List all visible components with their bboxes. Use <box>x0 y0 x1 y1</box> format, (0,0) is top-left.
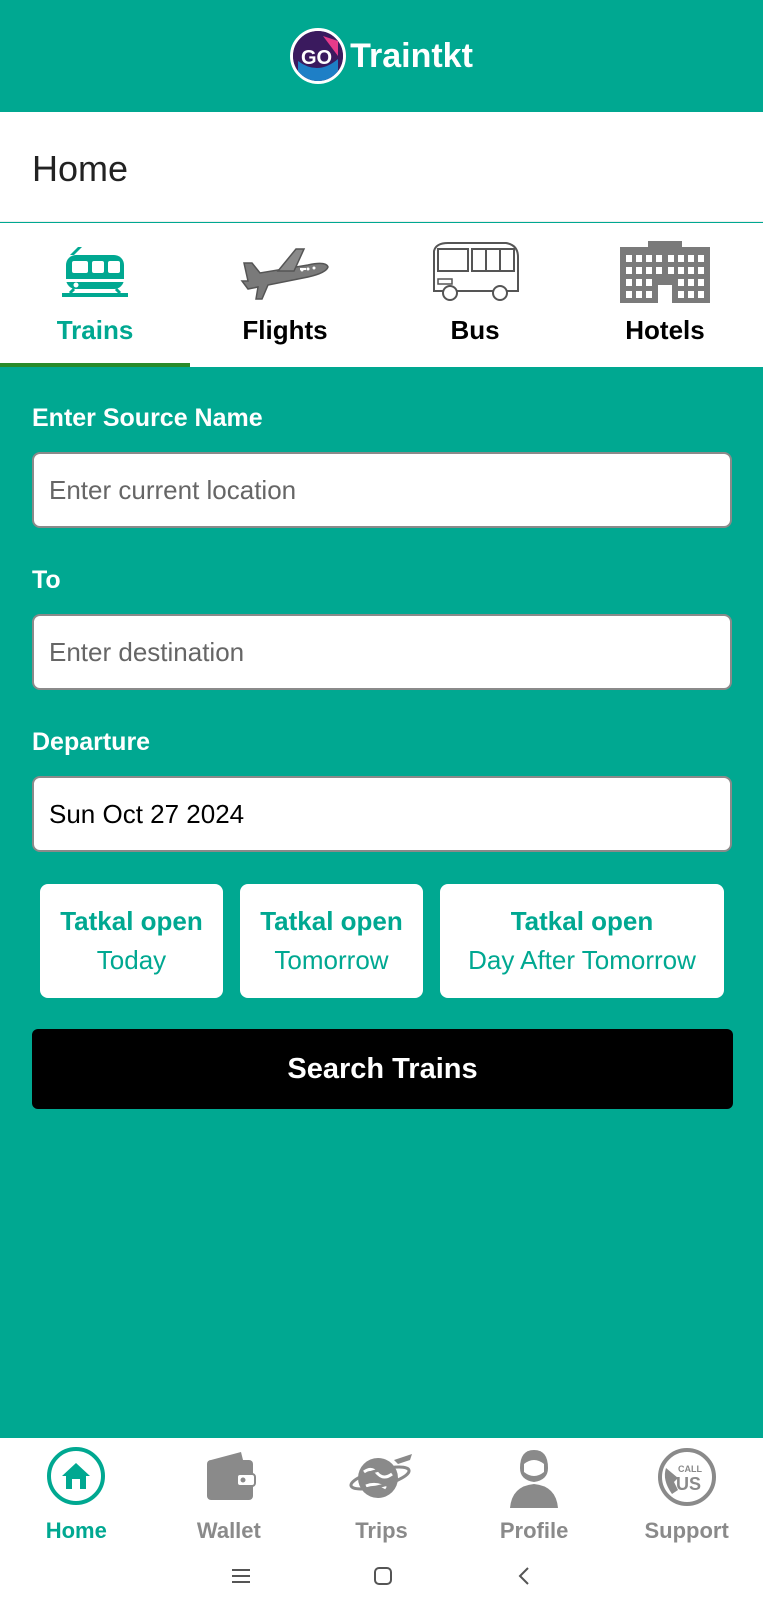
svg-text:CALL: CALL <box>678 1464 702 1474</box>
bottom-nav: Home Wallet Trips Profile CALL US Suppor… <box>0 1438 763 1556</box>
hotel-icon <box>618 241 712 308</box>
tatkal-tomorrow-button[interactable]: Tatkal open Tomorrow <box>240 884 423 998</box>
destination-field[interactable] <box>32 614 732 690</box>
destination-label: To <box>32 566 61 594</box>
nav-profile[interactable]: Profile <box>458 1438 611 1556</box>
tab-hotels[interactable]: Hotels <box>570 223 760 367</box>
tatkal-title: Tatkal open <box>260 906 403 936</box>
tab-trains-label: Trains <box>56 315 134 345</box>
page-title: Home <box>32 148 129 189</box>
nav-support[interactable]: CALL US Support <box>610 1438 763 1556</box>
source-input[interactable] <box>49 454 730 526</box>
nav-wallet[interactable]: Wallet <box>153 1438 306 1556</box>
train-icon <box>60 241 130 306</box>
tab-hotels-label: Hotels <box>625 315 705 345</box>
source-label: Enter Source Name <box>32 404 263 432</box>
brand-name: Traintkt <box>350 36 473 75</box>
page-header: Home <box>0 112 763 222</box>
svg-text:US: US <box>676 1474 701 1494</box>
tab-bus-label: Bus <box>450 315 500 345</box>
tatkal-when: Tomorrow <box>274 945 389 975</box>
departure-label: Departure <box>32 728 151 756</box>
support-icon: CALL US <box>656 1446 718 1513</box>
tab-bus[interactable]: Bus <box>380 223 570 367</box>
back-chevron-icon[interactable] <box>515 1565 533 1592</box>
airplane-icon <box>238 241 332 308</box>
brand: GO Traintkt <box>290 28 473 84</box>
source-field[interactable] <box>32 452 732 528</box>
home-square-icon[interactable] <box>372 1565 394 1592</box>
nav-home-label: Home <box>45 1518 107 1543</box>
search-trains-button[interactable]: Search Trains <box>32 1029 733 1109</box>
tab-flights[interactable]: Flights <box>190 223 380 367</box>
destination-input[interactable] <box>49 616 730 688</box>
tatkal-title: Tatkal open <box>510 906 654 936</box>
tab-trains[interactable]: Trains <box>0 223 190 367</box>
nav-trips-label: Trips <box>355 1518 408 1543</box>
trips-icon <box>348 1446 414 1511</box>
go-logo-icon: GO <box>290 28 347 84</box>
recent-apps-icon[interactable] <box>230 1567 252 1590</box>
nav-profile-label: Profile <box>499 1518 569 1543</box>
tatkal-when: Day After Tomorrow <box>468 945 696 975</box>
tatkal-day-after-tomorrow-button[interactable]: Tatkal open Day After Tomorrow <box>440 884 724 998</box>
tatkal-title: Tatkal open <box>60 906 203 936</box>
system-nav-bar <box>0 1556 763 1600</box>
tatkal-today-button[interactable]: Tatkal open Today <box>40 884 223 998</box>
home-icon <box>46 1446 106 1511</box>
nav-trips[interactable]: Trips <box>305 1438 458 1556</box>
nav-wallet-label: Wallet <box>196 1518 261 1543</box>
app-bar: GO Traintkt <box>0 0 763 112</box>
profile-icon <box>504 1446 564 1513</box>
svg-text:GO: GO <box>301 47 332 69</box>
departure-date-field[interactable]: Sun Oct 27 2024 <box>32 776 732 852</box>
wallet-icon <box>199 1446 259 1511</box>
bus-icon <box>428 241 522 308</box>
tab-flights-label: Flights <box>242 315 328 345</box>
tatkal-when: Today <box>96 945 167 975</box>
nav-home[interactable]: Home <box>0 1438 153 1556</box>
nav-support-label: Support <box>644 1518 729 1543</box>
departure-date-value: Sun Oct 27 2024 <box>49 798 245 829</box>
category-tabs: Trains Flights Bus Hotels <box>0 223 763 367</box>
